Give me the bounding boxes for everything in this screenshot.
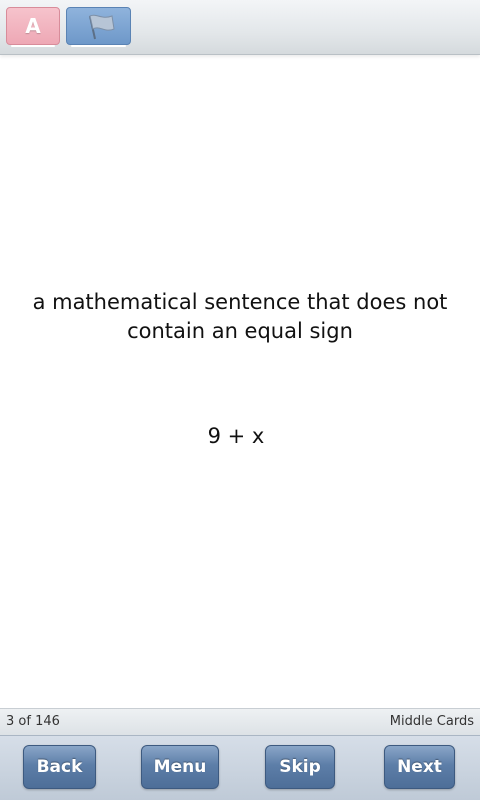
font-button-indicator — [11, 45, 55, 47]
back-button[interactable]: Back — [23, 745, 96, 789]
card-answer-text: 9 + x — [207, 424, 265, 448]
top-toolbar: A — [0, 0, 480, 55]
flag-icon — [89, 14, 115, 40]
next-button[interactable]: Next — [384, 745, 455, 789]
card-question-text: a mathematical sentence that does not co… — [32, 290, 448, 343]
bottom-nav-bar: Back Menu Skip Next — [0, 735, 480, 800]
font-size-button[interactable]: A — [6, 7, 60, 47]
status-strip: 3 of 146 Middle Cards — [0, 708, 480, 735]
card-progress: 3 of 146 — [6, 714, 60, 729]
flashcard-screen: A a mathematical sentence that does not … — [0, 0, 480, 800]
menu-button[interactable]: Menu — [141, 745, 219, 789]
font-letter-icon: A — [25, 14, 41, 38]
skip-button[interactable]: Skip — [265, 745, 335, 789]
flag-button-indicator — [71, 45, 126, 47]
deck-name: Middle Cards — [389, 714, 474, 729]
flag-card-button[interactable] — [66, 7, 131, 47]
